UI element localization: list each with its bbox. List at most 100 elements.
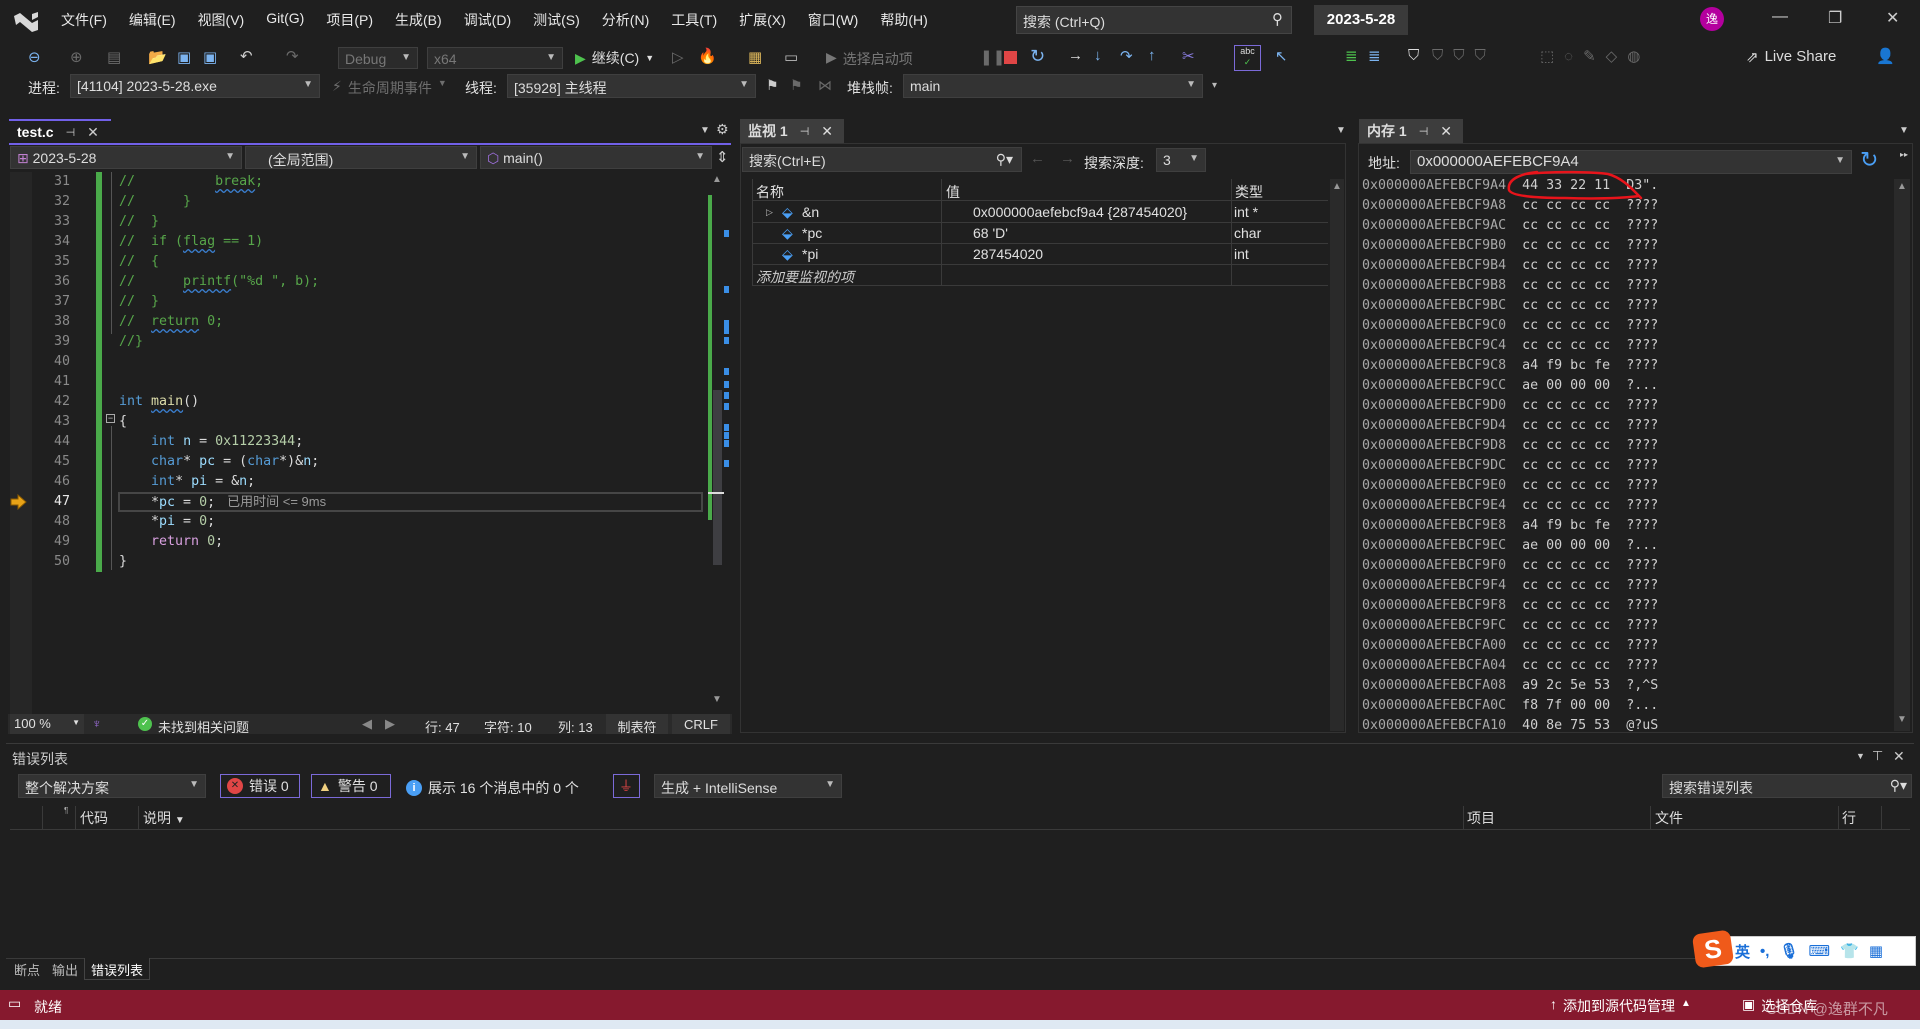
watch-name[interactable]: *pc bbox=[802, 225, 822, 241]
column-description[interactable]: 说明 ▼ bbox=[143, 808, 185, 828]
parallel-icon[interactable]: ⋈ bbox=[818, 77, 832, 94]
memory-bytes[interactable]: cc cc cc cc bbox=[1522, 458, 1610, 473]
column-code[interactable]: 代码 bbox=[80, 808, 108, 828]
gear-icon[interactable]: ⚙ bbox=[716, 121, 729, 138]
refresh-icon[interactable]: ↻ bbox=[1860, 147, 1878, 173]
code-line[interactable]: 42 int main() bbox=[0, 392, 705, 412]
pin-icon[interactable]: ⊣ bbox=[800, 125, 810, 138]
line-indicator[interactable]: 行: 47 bbox=[425, 717, 460, 736]
error-search-input[interactable]: 搜索错误列表 ⚲▾ bbox=[1662, 774, 1912, 798]
memory-bytes[interactable]: a4 f9 bc fe bbox=[1522, 358, 1610, 373]
microphone-icon[interactable]: 🎙 bbox=[1779, 942, 1798, 960]
memory-bytes[interactable]: cc cc cc cc bbox=[1522, 638, 1610, 653]
memory-bytes[interactable]: cc cc cc cc bbox=[1522, 418, 1610, 433]
errors-filter-button[interactable]: ✕ 错误 0 bbox=[220, 774, 300, 798]
scope-nav-combo[interactable]: (全局范围) ▼ bbox=[245, 146, 477, 169]
suppression-icon[interactable]: ¶ bbox=[64, 806, 68, 815]
memory-bytes[interactable]: cc cc cc cc bbox=[1522, 578, 1610, 593]
live-share-button[interactable]: ⇗ Live Share bbox=[1746, 48, 1836, 66]
memory-bytes[interactable]: cc cc cc cc bbox=[1522, 618, 1610, 633]
column-file[interactable]: 文件 bbox=[1655, 808, 1683, 828]
scroll-down-icon[interactable]: ▼ bbox=[712, 694, 722, 705]
menu-item[interactable]: 文件(F) bbox=[50, 10, 118, 30]
start-without-debug-icon[interactable]: ▷ bbox=[672, 48, 684, 66]
stop-debugging-icon[interactable] bbox=[1004, 51, 1017, 64]
memory-bytes[interactable]: cc cc cc cc bbox=[1522, 258, 1610, 273]
column-project[interactable]: 项目 bbox=[1467, 808, 1495, 828]
redo-icon[interactable]: ↷ bbox=[286, 47, 299, 65]
filter-button[interactable]: ⏚ bbox=[613, 774, 640, 798]
menu-item[interactable]: 编辑(E) bbox=[118, 10, 187, 30]
menu-item[interactable]: 生成(B) bbox=[384, 10, 453, 30]
memory-row[interactable]: 0x000000AEFEBCFA0C f8 7f 00 00 ?... bbox=[1362, 696, 1658, 716]
overflow-icon[interactable]: ▸▸ bbox=[1900, 150, 1908, 159]
toolbar-overflow-icon[interactable]: ▾ bbox=[1212, 80, 1217, 91]
menu-item[interactable]: 工具(T) bbox=[660, 10, 728, 30]
memory-row[interactable]: 0x000000AEFEBCFA04 cc cc cc cc ???? bbox=[1362, 656, 1658, 676]
stack-frame-combo[interactable]: main ▼ bbox=[903, 74, 1203, 98]
restart-icon[interactable]: ↻ bbox=[1030, 46, 1045, 67]
code-line[interactable]: 46 int* pi = &n; bbox=[0, 472, 705, 492]
memory-row[interactable]: 0x000000AEFEBCF9C8 a4 f9 bc fe ???? bbox=[1362, 356, 1658, 376]
code-line[interactable]: 40 bbox=[0, 352, 705, 372]
watch-search-input[interactable]: 搜索(Ctrl+E) ⚲▾ bbox=[742, 147, 1022, 172]
memory-row[interactable]: 0x000000AEFEBCF9E8 a4 f9 bc fe ???? bbox=[1362, 516, 1658, 536]
memory-row[interactable]: 0x000000AEFEBCF9F0 cc cc cc cc ???? bbox=[1362, 556, 1658, 576]
code-line[interactable]: 44 int n = 0x11223344; bbox=[0, 432, 705, 452]
global-search-input[interactable]: 搜索 (Ctrl+Q) ⚲ bbox=[1016, 6, 1292, 34]
memory-row[interactable]: 0x000000AEFEBCF9D8 cc cc cc cc ???? bbox=[1362, 436, 1658, 456]
tab-memory-1[interactable]: 内存 1 ⊣ ✕ bbox=[1359, 119, 1463, 143]
memory-row[interactable]: 0x000000AEFEBCF9BC cc cc cc cc ???? bbox=[1362, 296, 1658, 316]
pin-icon[interactable]: ⊤ bbox=[1872, 748, 1883, 764]
hex-display-icon[interactable]: ✂ bbox=[1182, 47, 1195, 65]
tab-test-c[interactable]: test.c ⊣ ✕ bbox=[9, 119, 111, 143]
memory-bytes[interactable]: cc cc cc cc bbox=[1522, 658, 1610, 673]
lifecycle-events-button[interactable]: ⚡ 生命周期事件 ▼ bbox=[332, 78, 447, 98]
add-source-control-button[interactable]: ↑ 添加到源代码管理 ▲ bbox=[1550, 996, 1691, 1016]
window-menu-icon[interactable]: ▼ bbox=[1856, 751, 1865, 761]
new-project-icon[interactable]: ▤ bbox=[107, 48, 121, 66]
code-line[interactable]: 33 // } bbox=[0, 212, 705, 232]
tab-watch-1[interactable]: 监视 1 ⊣ ✕ bbox=[740, 119, 844, 143]
code-line[interactable]: 31 // break; bbox=[0, 172, 705, 192]
memory-bytes[interactable]: cc cc cc cc bbox=[1522, 238, 1610, 253]
publish-icon[interactable]: ▭ bbox=[784, 48, 798, 66]
navigate-forward-icon[interactable]: ⊕ bbox=[70, 48, 83, 66]
indent-mode[interactable]: 制表符 bbox=[606, 714, 668, 735]
project-nav-combo[interactable]: ⊞ 2023-5-28 ▼ bbox=[10, 146, 242, 169]
messages-filter-button[interactable]: i 展示 16 个消息中的 0 个 bbox=[406, 778, 579, 798]
memory-row[interactable]: 0x000000AEFEBCF9E0 cc cc cc cc ???? bbox=[1362, 476, 1658, 496]
save-all-icon[interactable]: ▣ bbox=[203, 48, 217, 66]
code-line[interactable]: 45 char* pc = (char*)&n; bbox=[0, 452, 705, 472]
source-combo[interactable]: 生成 + IntelliSense ▼ bbox=[654, 774, 842, 798]
memory-row[interactable]: 0x000000AEFEBCF9DC cc cc cc cc ???? bbox=[1362, 456, 1658, 476]
notification-icon[interactable]: ▭ bbox=[8, 995, 21, 1012]
split-icon[interactable]: ⇕ bbox=[716, 148, 729, 166]
warnings-filter-button[interactable]: ▲ 警告 0 bbox=[311, 774, 391, 798]
watch-name[interactable]: *pi bbox=[802, 246, 818, 262]
tab-list-icon[interactable]: ▼ bbox=[700, 125, 710, 136]
find-in-files-icon[interactable]: ▦ bbox=[748, 48, 762, 66]
uncomment-icon[interactable]: ≣ bbox=[1368, 47, 1381, 65]
minimize-icon[interactable]: — bbox=[1772, 8, 1788, 26]
show-next-statement-icon[interactable]: → bbox=[1068, 47, 1083, 64]
memory-row[interactable]: 0x000000AEFEBCF9F4 cc cc cc cc ???? bbox=[1362, 576, 1658, 596]
memory-row[interactable]: 0x000000AEFEBCF9D0 cc cc cc cc ???? bbox=[1362, 396, 1658, 416]
close-tab-icon[interactable]: ✕ bbox=[1440, 123, 1452, 140]
memory-row[interactable]: 0x000000AEFEBCF9C0 cc cc cc cc ???? bbox=[1362, 316, 1658, 336]
column-name[interactable]: 名称 bbox=[756, 182, 784, 202]
step-out-icon[interactable]: ↑ bbox=[1148, 47, 1156, 64]
search-depth-combo[interactable]: 3 ▼ bbox=[1156, 148, 1206, 172]
expand-icon[interactable]: ▷ bbox=[766, 207, 773, 218]
code-line[interactable]: 43 { bbox=[0, 412, 705, 432]
startup-item-button[interactable]: ▶ 选择启动项 bbox=[826, 49, 913, 69]
code-area[interactable]: 31// break; 32// } 33// } 34// if (flag == … bbox=[0, 172, 705, 712]
memory-row[interactable]: 0x000000AEFEBCF9B8 cc cc cc cc ???? bbox=[1362, 276, 1658, 296]
line-ending[interactable]: CRLF bbox=[672, 714, 730, 734]
watch-row[interactable]: ⬙ *pi 287454020 int bbox=[752, 244, 1328, 265]
close-tab-icon[interactable]: ✕ bbox=[87, 124, 99, 141]
code-line[interactable]: 36 // printf("%d ", b); bbox=[0, 272, 705, 292]
memory-bytes[interactable]: cc cc cc cc bbox=[1522, 218, 1610, 233]
avatar[interactable]: 逸 bbox=[1700, 7, 1724, 31]
editor-scrollbar[interactable]: ▲ ▼ bbox=[708, 172, 732, 714]
